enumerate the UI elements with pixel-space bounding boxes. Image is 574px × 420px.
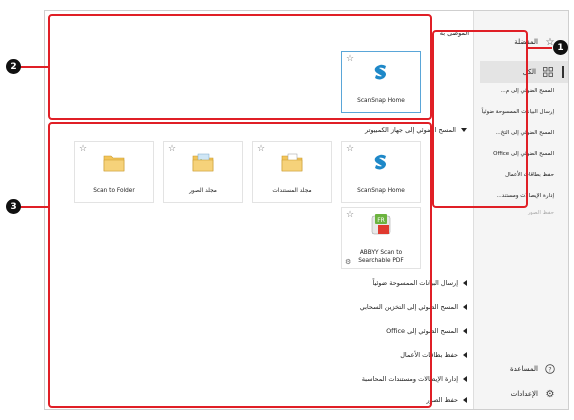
expand-arrow-icon — [463, 328, 467, 334]
sidebar-item-settings[interactable]: ⚙ الإعدادات — [511, 388, 556, 400]
callout-1: 1 — [553, 40, 568, 55]
expand-arrow-icon — [463, 376, 467, 382]
selection-indicator — [562, 66, 564, 78]
help-icon: ? — [544, 363, 556, 375]
expand-arrow-icon — [463, 304, 467, 310]
expand-arrow-icon — [463, 280, 467, 286]
annotation-box-recommended — [48, 14, 432, 120]
callout-leader — [20, 206, 48, 208]
callout-3: 3 — [6, 199, 21, 214]
category-photos[interactable]: حفظ الصور — [427, 396, 467, 404]
callout-leader — [528, 47, 552, 49]
sidebar-item-help[interactable]: ? المساعدة — [510, 363, 556, 375]
svg-text:?: ? — [548, 366, 551, 373]
annotation-box-scan-to-computer — [48, 122, 432, 408]
callout-2: 2 — [6, 59, 21, 74]
grid-icon — [542, 66, 554, 78]
annotation-box-sidebar-list — [432, 30, 528, 208]
expand-arrow-icon — [463, 397, 467, 403]
expand-arrow-icon — [463, 352, 467, 358]
sidebar-sub-item[interactable]: حفظ الصور — [527, 210, 554, 215]
gear-icon: ⚙ — [545, 388, 555, 400]
callout-leader — [20, 66, 48, 68]
